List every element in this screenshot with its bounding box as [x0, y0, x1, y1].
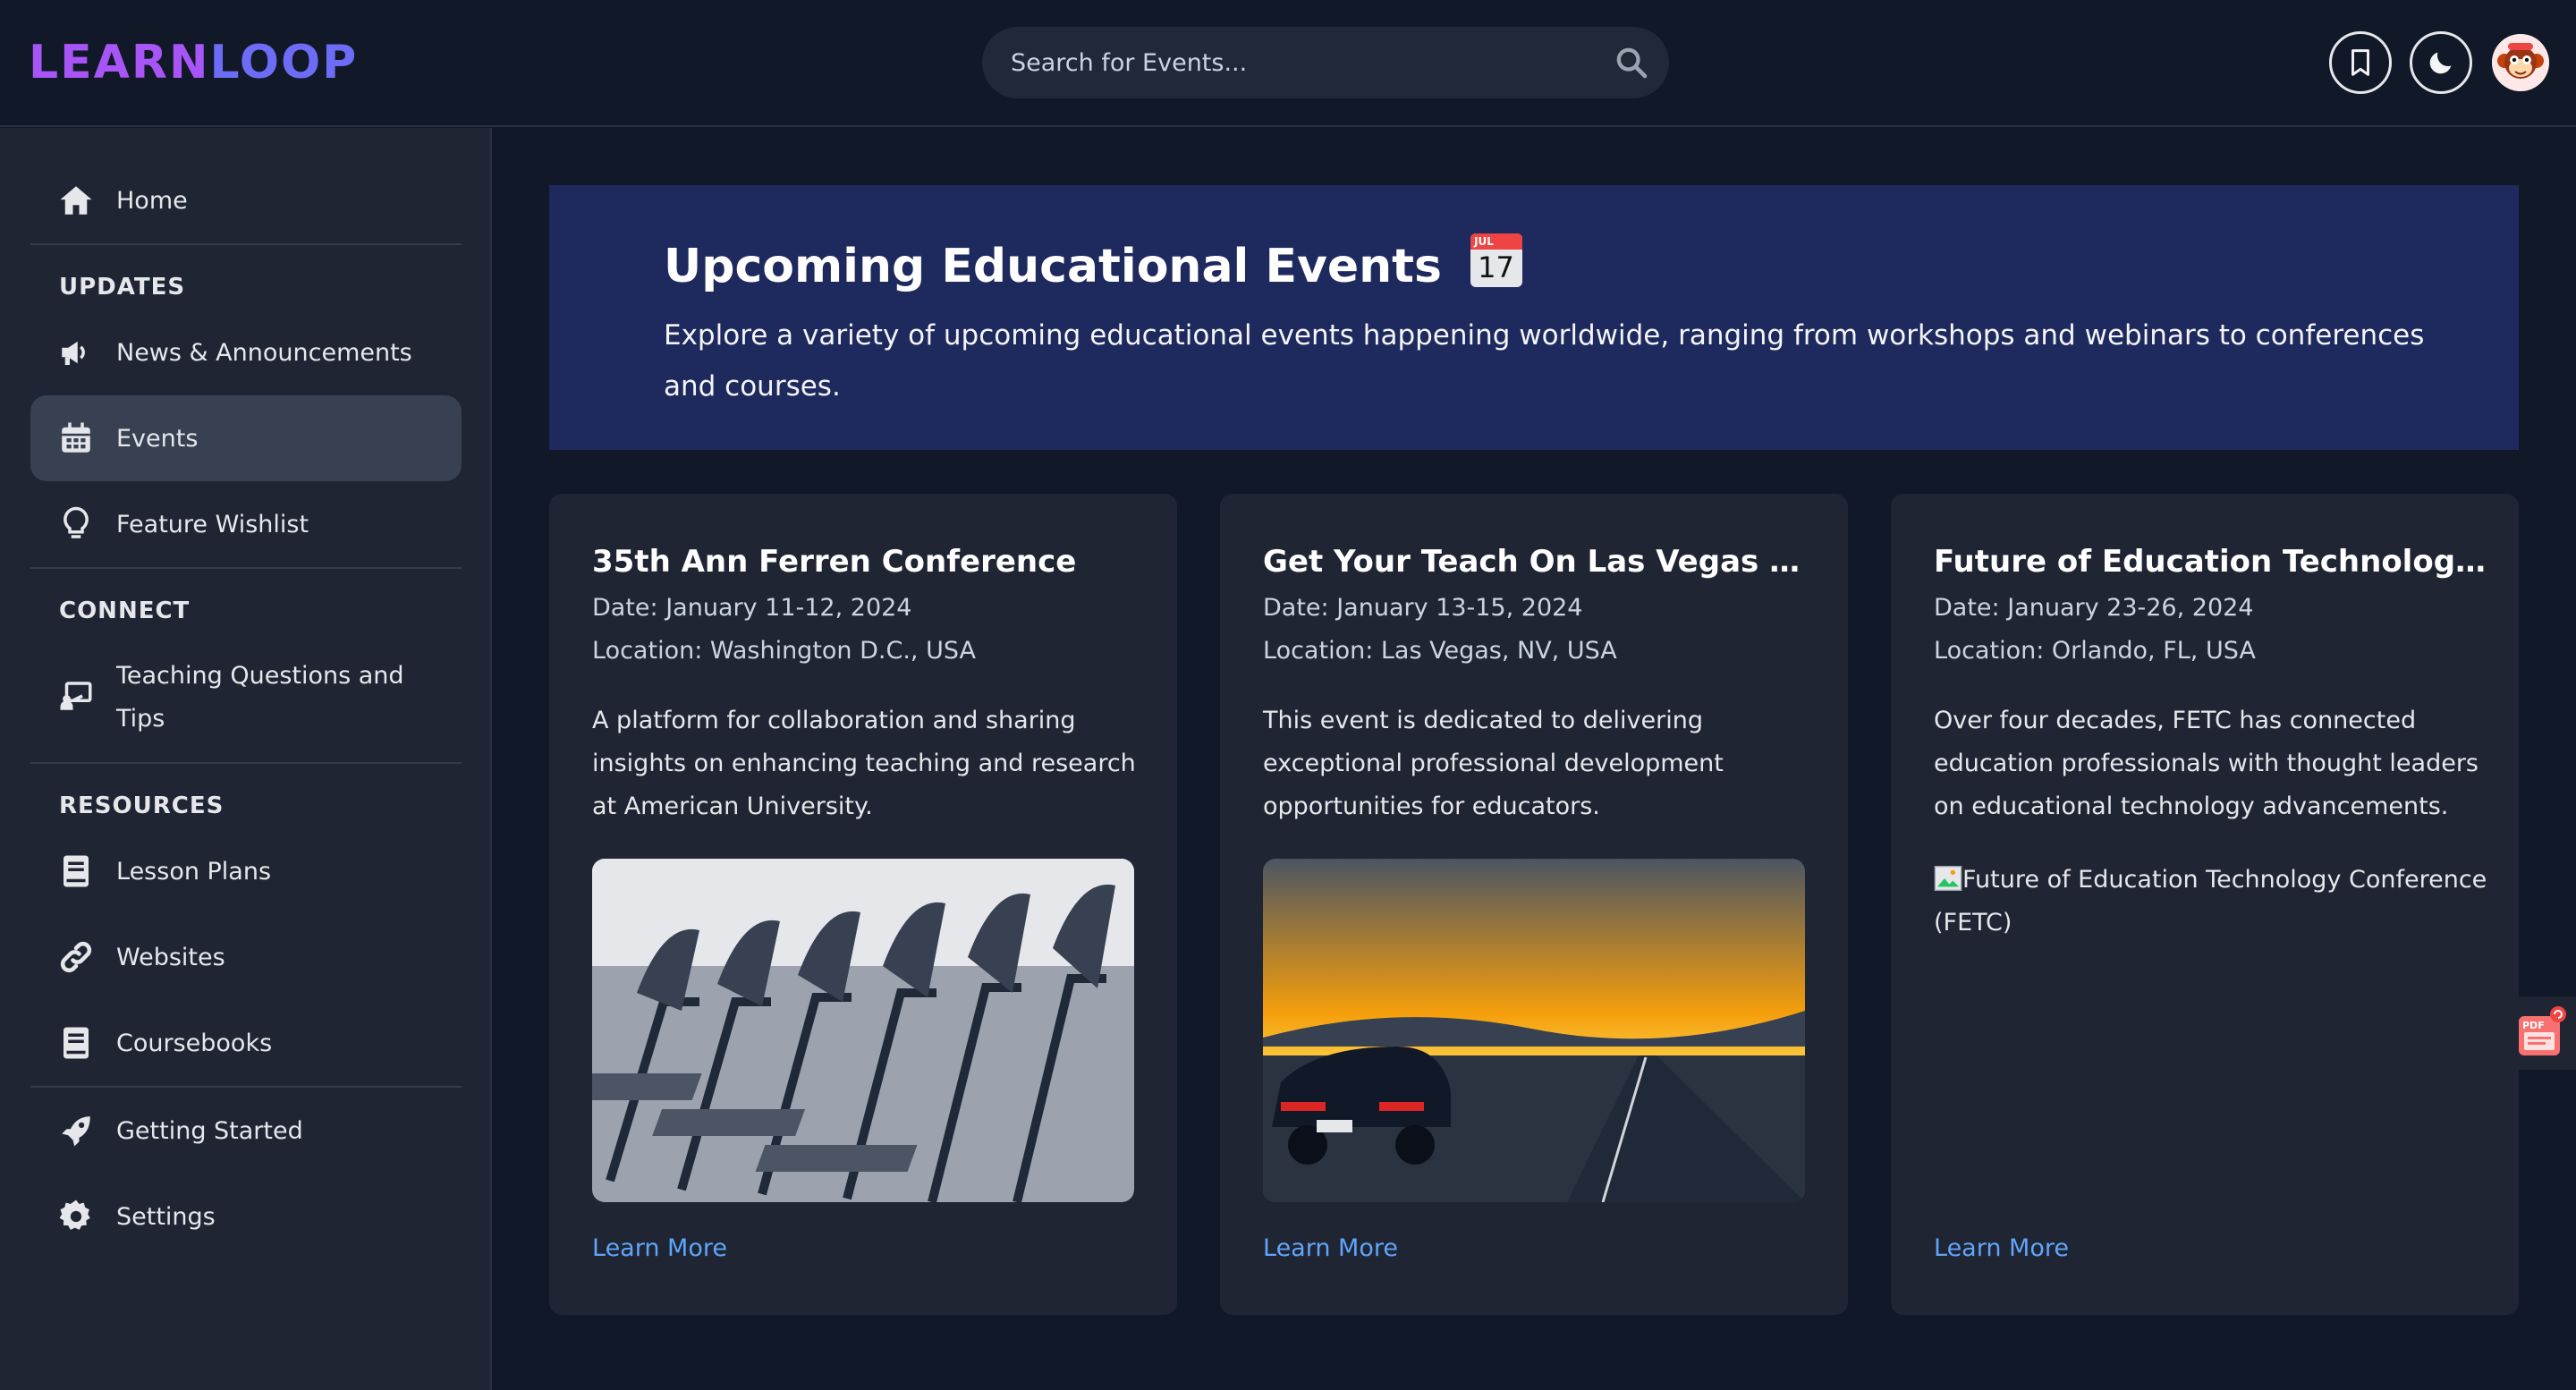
- event-description: A platform for collaboration and sharing…: [592, 707, 1136, 820]
- sidebar-item-teaching-questions[interactable]: Teaching Questions and Tips: [30, 640, 462, 751]
- broken-image-alt-text: Future of Education Technology Conferenc…: [1934, 866, 2487, 937]
- event-date: Date: January 13-15, 2024: [1263, 594, 1583, 622]
- sidebar-item-label: Coursebooks: [116, 1029, 273, 1057]
- search-input[interactable]: [1011, 27, 1583, 98]
- event-location: Location: Washington D.C., USA: [592, 637, 976, 665]
- book-icon: [64, 1027, 89, 1059]
- section-heading-resources: RESOURCES: [59, 792, 225, 819]
- book-icon: [64, 855, 89, 887]
- moon-icon: [2429, 52, 2452, 74]
- sidebar-item-home[interactable]: Home: [30, 157, 462, 243]
- search-bar: [982, 27, 1669, 98]
- event-image: [1263, 859, 1805, 1202]
- sidebar-item-label: Lesson Plans: [116, 857, 272, 886]
- sidebar-item-label-line2: Tips: [116, 705, 165, 733]
- calendar-emoji-month: JUL: [1474, 235, 1494, 248]
- top-header: LEARNLOOP: [0, 0, 2576, 127]
- event-description: Over four decades, FETC has connected ed…: [1934, 707, 2479, 820]
- sidebar-item-settings[interactable]: Settings: [30, 1174, 462, 1259]
- sidebar-divider: [30, 762, 462, 764]
- sidebar-item-label: Getting Started: [116, 1116, 303, 1145]
- sidebar-item-getting-started[interactable]: Getting Started: [30, 1088, 462, 1174]
- sidebar-item-websites[interactable]: Websites: [30, 914, 462, 1000]
- sidebar-item-lesson-plans[interactable]: Lesson Plans: [30, 828, 462, 914]
- sidebar-item-feature-wishlist[interactable]: Feature Wishlist: [30, 481, 462, 567]
- page-title: Upcoming Educational Events JUL 17: [664, 233, 1523, 293]
- lightbulb-icon: [64, 506, 89, 538]
- calendar-emoji-icon: JUL 17: [1470, 233, 1523, 287]
- sidebar-item-coursebooks[interactable]: Coursebooks: [30, 1000, 462, 1086]
- event-card: Future of Education Technology... Date: …: [1891, 494, 2519, 1315]
- sidebar-item-events[interactable]: Events: [30, 395, 462, 481]
- search-icon[interactable]: [1614, 45, 1649, 81]
- event-card: 35th Ann Ferren Conference Date: January…: [549, 494, 1177, 1315]
- page-description: Explore a variety of upcoming educationa…: [664, 319, 2425, 403]
- sidebar-item-news[interactable]: News & Announcements: [30, 309, 462, 395]
- calendar-icon: [62, 422, 90, 453]
- sidebar-divider: [30, 567, 462, 569]
- bookmark-icon: [2351, 49, 2369, 76]
- gear-icon: [59, 1199, 90, 1230]
- avatar[interactable]: [2492, 34, 2549, 91]
- avatar-monkey-icon: [2492, 34, 2549, 91]
- page-title-text: Upcoming Educational Events: [664, 240, 1442, 293]
- sidebar-item-label: Events: [116, 424, 199, 453]
- sidebar-divider: [30, 243, 462, 245]
- event-title: 35th Ann Ferren Conference: [592, 544, 1077, 580]
- rocket-icon: [62, 1116, 90, 1147]
- sidebar-item-label: News & Announcements: [116, 338, 412, 367]
- section-heading-connect: CONNECT: [59, 598, 191, 624]
- home-icon: [60, 186, 92, 215]
- sidebar-item-label: Feature Wishlist: [116, 510, 309, 538]
- event-location: Location: Orlando, FL, USA: [1934, 637, 2256, 665]
- pdf-export-button[interactable]: PDF: [2503, 996, 2576, 1070]
- pdf-icon: PDF: [2519, 1006, 2566, 1055]
- sidebar-item-label: Settings: [116, 1202, 216, 1231]
- megaphone-icon: [62, 341, 85, 365]
- chalkboard-teacher-icon: [60, 682, 92, 710]
- event-description: This event is dedicated to delivering ex…: [1263, 707, 1724, 820]
- event-title: Get Your Teach On Las Vegas 2024: [1263, 544, 1818, 580]
- event-image: [592, 859, 1134, 1202]
- event-title: Future of Education Technology...: [1934, 544, 2488, 580]
- learn-more-link[interactable]: Learn More: [592, 1234, 727, 1262]
- dark-mode-toggle[interactable]: [2410, 31, 2472, 94]
- event-date: Date: January 11-12, 2024: [592, 594, 912, 622]
- logo-part-learn: LEARN: [29, 36, 210, 89]
- link-icon: [60, 941, 92, 973]
- logo-part-loop: LOOP: [209, 36, 359, 89]
- broken-image-icon: [1934, 866, 1962, 891]
- event-location: Location: Las Vegas, NV, USA: [1263, 637, 1617, 665]
- event-date: Date: January 23-26, 2024: [1934, 594, 2254, 622]
- section-heading-updates: UPDATES: [59, 274, 186, 301]
- event-card: Get Your Teach On Las Vegas 2024 Date: J…: [1220, 494, 1848, 1315]
- svg-text:PDF: PDF: [2522, 1020, 2545, 1031]
- learn-more-link[interactable]: Learn More: [1934, 1234, 2069, 1262]
- calendar-emoji-day: 17: [1478, 250, 1514, 284]
- bookmark-button[interactable]: [2329, 31, 2392, 94]
- learn-more-link[interactable]: Learn More: [1263, 1234, 1398, 1262]
- sidebar-item-label-line1: Teaching Questions and: [116, 662, 404, 690]
- sidebar-item-label: Websites: [116, 943, 225, 971]
- hero-banner: Upcoming Educational Events JUL 17 Explo…: [549, 185, 2519, 450]
- logo[interactable]: LEARNLOOP: [29, 36, 358, 89]
- sidebar-item-label: Home: [116, 186, 188, 215]
